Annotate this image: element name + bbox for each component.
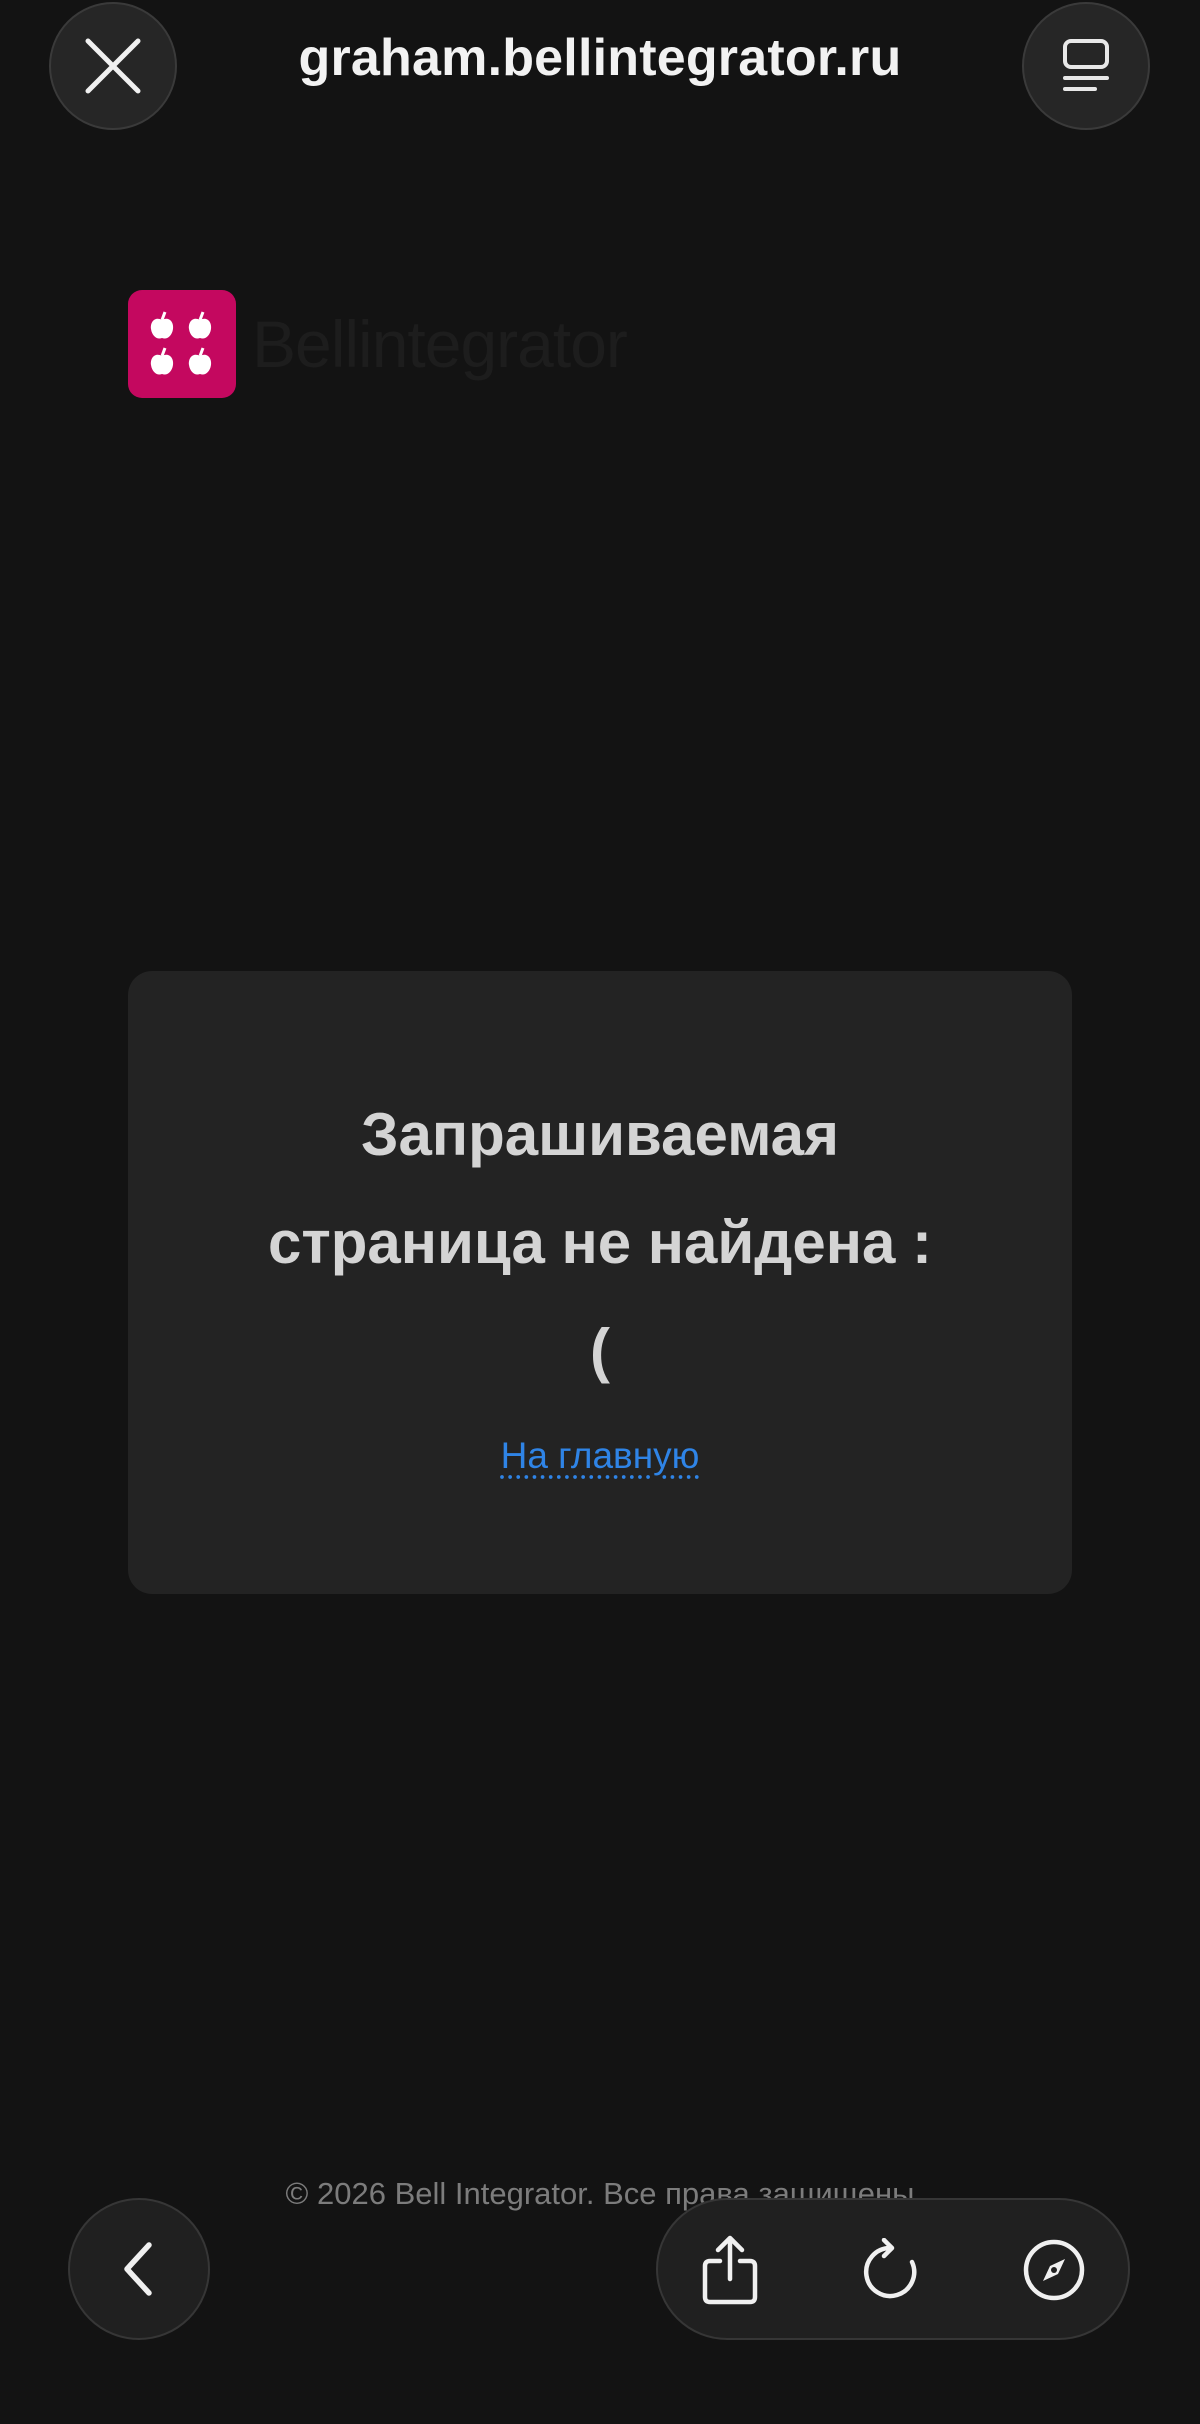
close-button[interactable] xyxy=(49,2,177,130)
compass-button[interactable] xyxy=(1010,2226,1098,2314)
apples-logo-icon xyxy=(150,311,212,375)
home-link[interactable]: На главную xyxy=(501,1435,700,1476)
error-card: Запрашиваемая страница не найдена : ( На… xyxy=(128,971,1072,1594)
reload-icon xyxy=(863,2238,917,2299)
logo-mark[interactable] xyxy=(128,290,236,398)
chevron-left-icon xyxy=(124,2242,152,2296)
reload-button[interactable] xyxy=(846,2226,934,2314)
close-icon xyxy=(85,38,141,94)
back-button[interactable] xyxy=(68,2198,210,2340)
tabs-icon xyxy=(1063,39,1109,91)
tabs-button[interactable] xyxy=(1022,2,1150,130)
share-icon xyxy=(702,2235,758,2305)
home-link-row: На главную xyxy=(128,1435,1072,1477)
share-button[interactable] xyxy=(686,2226,774,2314)
action-toolbar xyxy=(656,2198,1130,2340)
page: graham.bellintegrator.ru Bellintegrator … xyxy=(0,0,1200,2424)
error-title: Запрашиваемая страница не найдена : ( xyxy=(267,1101,933,1384)
logo-text[interactable]: Bellintegrator xyxy=(252,306,628,382)
compass-icon xyxy=(1023,2239,1085,2301)
url-address[interactable]: graham.bellintegrator.ru xyxy=(230,28,970,88)
